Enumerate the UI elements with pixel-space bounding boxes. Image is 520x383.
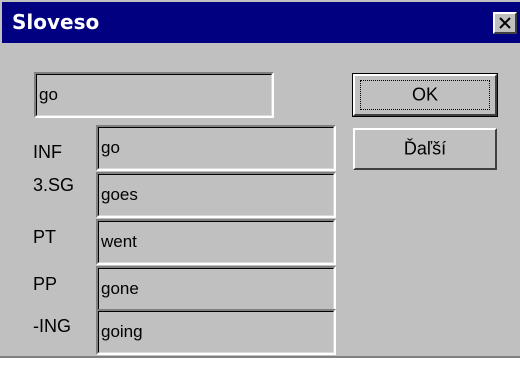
field-ing: going [96,309,336,355]
field-inf-value: go [101,138,120,157]
label-ing: -ING [33,316,71,336]
field-3sg: goes [96,172,336,218]
close-button[interactable] [493,12,517,34]
verb-input-value: go [39,85,58,104]
field-pp-value: gone [101,279,139,298]
ok-button[interactable]: OK [352,73,498,117]
next-button-label: Ďaľší [403,138,447,159]
ok-button-label: OK [411,84,438,105]
label-inf: INF [33,142,62,162]
label-pp: PP [33,274,58,294]
field-ing-value: going [101,322,143,341]
label-pt: PT [33,227,57,247]
field-pt-value: went [101,232,137,251]
verb-dialog: Sloveso go OK Ďaľší INF go 3.SG goes PT … [0,0,520,358]
field-pp: gone [96,266,336,312]
close-icon [499,17,511,29]
field-inf: go [96,125,336,171]
label-3sg: 3.SG [33,175,75,195]
field-pt: went [96,219,336,265]
field-3sg-value: goes [101,185,138,204]
dialog-title: Sloveso [12,10,100,34]
next-button[interactable]: Ďaľší [353,128,497,170]
verb-input[interactable]: go [34,72,274,118]
title-bar: Sloveso [2,2,520,43]
